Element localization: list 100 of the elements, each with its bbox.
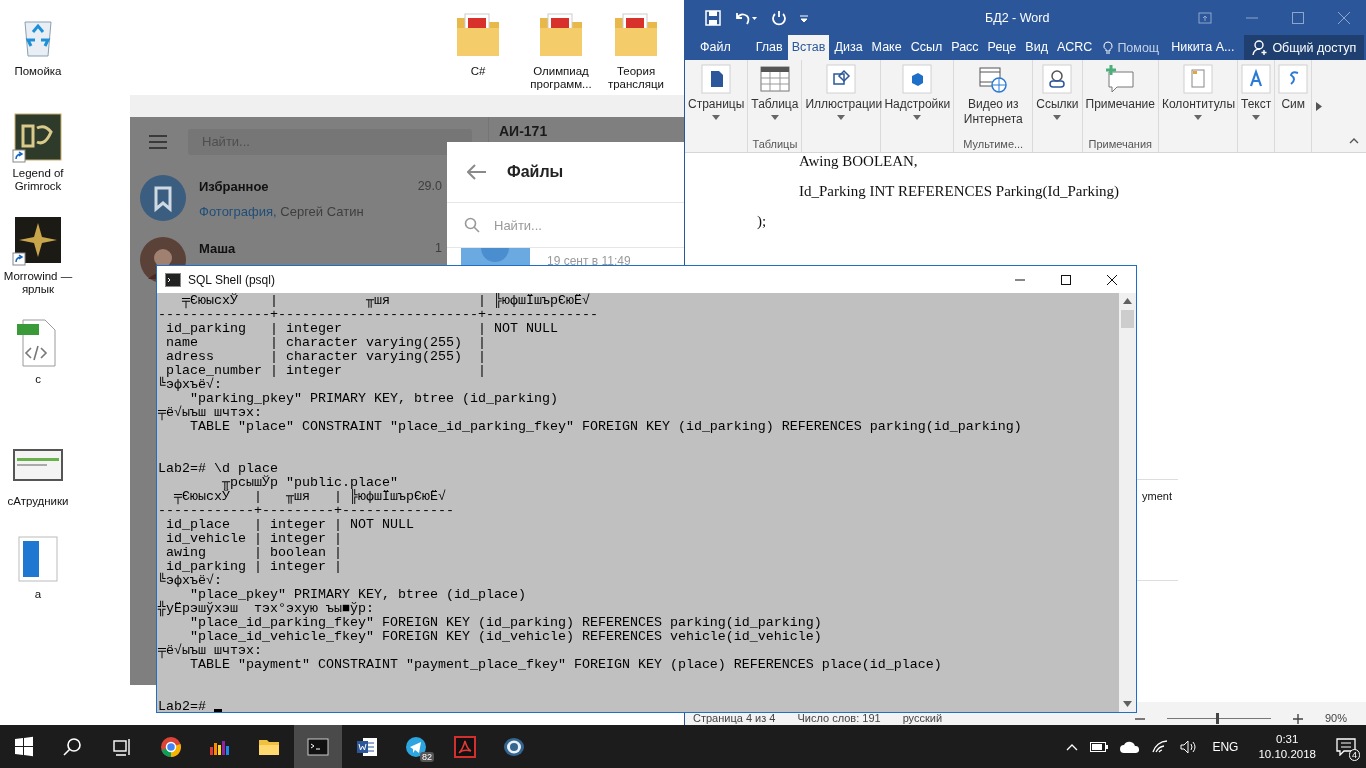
person-add-icon [1252,39,1269,56]
window-title: SQL Shell (psql) [188,272,275,287]
chat-name: Маша [199,241,236,256]
wifi-icon[interactable] [1152,739,1169,754]
console-output-line: place_number | integer | [166,364,487,378]
scrollbar[interactable] [1119,293,1136,712]
scroll-down-icon[interactable] [1123,701,1132,707]
file-date: 19 сент в 11:49 [547,253,631,270]
maximize-icon[interactable] [1060,273,1072,286]
help-search[interactable]: Помощ [1097,35,1166,60]
chat-item[interactable]: Избранное 29.0 Фотография, Сергей Сатин [130,167,488,229]
show-hidden-icons-icon[interactable] [1066,742,1079,751]
ribbon-button[interactable]: Текст [1239,64,1273,152]
cube-icon [902,64,933,94]
window-title: БД2 - Word [985,10,1050,25]
console-output-line: ╚эфхъё√: [158,574,222,588]
console-output-line: ╤ё√ыъш шчтэх: [158,406,262,420]
shapes-icon [826,64,857,94]
desktop-icon-label: Помойка [14,65,62,78]
chat-title: АИ-171 [499,123,548,139]
input-language[interactable]: ENG [1212,739,1239,754]
console-output-line: adress | character varying(255) | [165,350,487,364]
ribbon-button[interactable]: Страницы [687,64,746,152]
share-button[interactable]: Общий доступ [1244,35,1365,60]
ribbon-display-icon[interactable] [1198,11,1212,24]
unread-badge: 82 [420,752,434,762]
collapse-ribbon-icon[interactable] [1349,138,1359,144]
desktop-icon-label: Олимпиад программ... [529,65,593,91]
desktop-icon-label: Morrowind — ярлык [2,270,74,296]
chat-name: Избранное [199,179,269,194]
console-output-line: ------------+---------+-------------- [158,504,455,518]
terminal-icon [165,272,181,287]
word-count[interactable]: Число слов: 191 [797,713,881,724]
ribbon-button[interactable]: Таблица [750,64,800,138]
document-text-line: ); [757,213,768,231]
ribbon-button[interactable]: Примечание [1084,64,1156,138]
search-icon [464,217,480,233]
menu-icon[interactable] [148,134,168,150]
ribbon-tab[interactable]: Встав [787,35,831,60]
battery-icon[interactable] [1090,741,1109,752]
console-output-line: name | character varying(255) | [165,336,487,350]
back-icon[interactable] [467,164,487,180]
console-output-line: TABLE "payment" CONSTRAINT "payment_place_fkey" FOREIGN KEY (place) REFERENCES place(id_place) [190,658,943,672]
desktop-icon-label: Legend of Grimrock [11,167,65,193]
messenger-app[interactable]: 82 [392,725,440,768]
ribbon-button[interactable]: Надстройки [883,64,952,152]
page-count[interactable]: Страница 4 из 4 [693,713,776,724]
close-icon[interactable] [1106,273,1118,286]
clock-time: 0:31 [1276,731,1299,747]
console-output-line: "place_pkey" PRIMARY KEY, btree (id_place) [190,588,527,602]
dialog-title: Файлы [507,163,564,181]
console-output-line: TABLE "place" CONSTRAINT "place_id_parking_fkey" FOREIGN KEY (id_parking) REFERENCES parking(id_parking) [190,420,1023,434]
terminal-app[interactable] [294,725,342,768]
console-output-line: "parking_pkey" PRIMARY KEY, btree (id_parking) [190,392,559,406]
console-output-line: "place_id_parking_fkey" FOREIGN KEY (id_parking) REFERENCES parking(id_parking) [190,616,823,630]
scroll-right-icon[interactable] [1316,101,1323,111]
console-output-line: --------------+-------------------------+-------------- [158,308,599,322]
zoom-in-icon[interactable] [1292,714,1303,724]
comment-icon [1105,64,1136,94]
save-icon[interactable] [705,9,721,26]
slider-thumb[interactable] [1215,713,1219,724]
scroll-up-icon[interactable] [1123,298,1132,304]
console-output-line: id_parking | integer | NOT NULL [165,322,559,336]
ribbon-button[interactable]: Колонтитулы [1160,64,1235,152]
customize-caret-icon[interactable] [799,12,809,23]
game-emblem-icon[interactable] [11,110,65,164]
table-icon [759,64,790,94]
clock[interactable]: 0:31 10.10.2018 [1248,731,1326,762]
browser-icon [159,734,183,759]
media-label: Фотография, [199,204,277,219]
console-output-line: ╤ё√ыъш шчтэх: [158,644,262,658]
speech-bubble-icon [1336,737,1356,756]
ribbon-button[interactable]: Ссылки [1035,64,1080,152]
chat-preview: Сергей Сатин [280,204,364,219]
cloud-icon[interactable] [1120,740,1141,753]
desktop-icon-label: а [34,588,42,601]
console-output-line: ╤ЄюысхЎ | ╥шя | ╠юфшЇшърЄюЁ√ [181,294,591,308]
ribbon-button[interactable]: Сим [1277,64,1310,152]
desktop-icon-label: Теория трансляци [606,65,666,91]
film-globe-icon [978,64,1009,94]
zoom-level[interactable]: 90% [1324,713,1347,724]
symbol-icon [1278,64,1309,94]
group-label: Мультиме... [963,138,1024,152]
pages-icon [701,64,732,94]
console-output-line: ╚эфхъё√: [158,378,222,392]
console-output-line: id_parking | integer | [166,560,343,574]
language-indicator[interactable]: русский [902,713,943,724]
scrollbar-thumb[interactable] [1121,310,1134,328]
table-header-cell-text: yment [1141,489,1173,504]
desktop-icon-label: сАтрудники [7,495,69,508]
chat-time: 29.0 [417,179,442,194]
clock-date: 10.10.2018 [1258,746,1316,762]
ribbon-button[interactable]: Видео из Интернета [956,64,1031,138]
user-name[interactable]: Никита А... [1165,35,1241,60]
page-icon [1182,64,1213,94]
desktop-icon-label: c [35,373,41,386]
console-output-line: ╥рсышЎр "public.place" [222,476,398,490]
volume-icon[interactable] [1180,739,1197,754]
chat-time: 1 [435,241,442,256]
notification-center-button[interactable]: 4 [1326,725,1366,768]
